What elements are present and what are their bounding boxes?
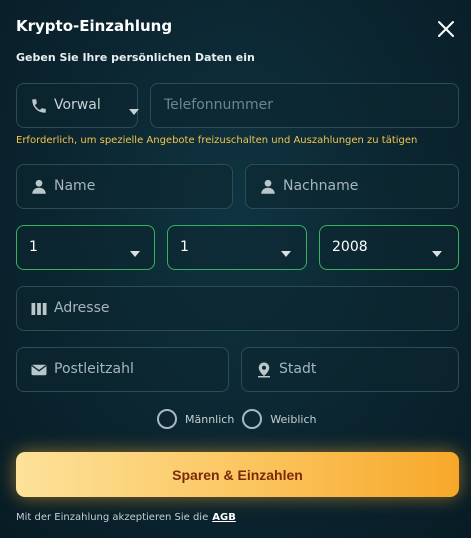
location-pin-icon [255, 361, 273, 379]
address-placeholder: Adresse [54, 300, 110, 316]
chevron-down-icon [130, 245, 140, 257]
address-input[interactable]: Adresse [16, 286, 459, 331]
last-name-placeholder: Nachname [283, 178, 359, 194]
birth-month-select[interactable]: 1 [167, 225, 307, 270]
user-icon [30, 178, 48, 196]
gender-female-radio[interactable] [242, 409, 263, 429]
save-and-deposit-button[interactable]: Sparen & Einzahlen [16, 452, 459, 497]
gender-male-radio[interactable] [157, 409, 177, 429]
birth-day-select[interactable]: 1 [16, 225, 155, 270]
chevron-down-icon [129, 103, 139, 115]
phone-number-input[interactable]: Telefonnummer [150, 83, 459, 128]
terms-link[interactable]: AGB [212, 512, 236, 523]
first-name-input[interactable]: Name [16, 164, 233, 209]
envelope-icon [30, 361, 48, 379]
birth-year-select[interactable]: 2008 [319, 225, 459, 270]
gender-female-label[interactable]: Weiblich [270, 413, 316, 426]
chevron-down-icon [281, 245, 291, 257]
postal-code-placeholder: Postleitzahl [54, 361, 134, 377]
phone-prefix-label: Vorwal [54, 97, 101, 113]
phone-number-placeholder: Telefonnummer [164, 97, 274, 113]
birth-month-value: 1 [180, 239, 189, 255]
modal-title: Krypto-Einzahlung [16, 17, 173, 35]
terms-notice: Mit der Einzahlung akzeptieren Sie die AG… [16, 512, 236, 523]
gender-male-label[interactable]: Männlich [185, 413, 234, 426]
crypto-deposit-modal: Krypto-Einzahlung Geben Sie Ihre persönl… [0, 0, 471, 538]
terms-text: Mit der Einzahlung akzeptieren Sie die [16, 512, 209, 523]
chevron-down-icon [432, 245, 442, 257]
user-icon [259, 178, 277, 196]
phone-icon [30, 97, 48, 115]
modal-subtitle: Geben Sie Ihre persönlichen Daten ein [16, 51, 255, 64]
phone-requirement-note: Erforderlich, um spezielle Angebote frei… [16, 135, 418, 146]
last-name-input[interactable]: Nachname [245, 164, 459, 209]
birth-day-value: 1 [29, 239, 38, 255]
city-placeholder: Stadt [279, 361, 317, 377]
gender-radio-group: Männlich Weiblich [157, 408, 324, 430]
close-icon[interactable] [436, 19, 456, 39]
birth-year-value: 2008 [332, 239, 368, 255]
map-icon [30, 300, 48, 318]
postal-code-input[interactable]: Postleitzahl [16, 347, 229, 392]
phone-prefix-select[interactable]: Vorwal [16, 83, 139, 128]
city-input[interactable]: Stadt [241, 347, 459, 392]
first-name-placeholder: Name [54, 178, 96, 194]
